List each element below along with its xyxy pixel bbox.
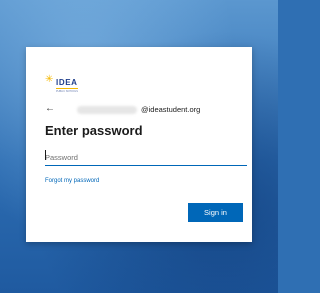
email-domain: @ideastudent.org — [141, 105, 201, 114]
idea-logo: ✳ IDEA PUBLIC SCHOOLS — [45, 74, 85, 98]
sunburst-icon: ✳ — [45, 74, 54, 85]
password-field-wrapper — [45, 147, 247, 166]
text-caret — [45, 150, 46, 160]
logo-subtext: PUBLIC SCHOOLS — [56, 90, 78, 93]
password-input[interactable] — [45, 150, 247, 166]
page-title: Enter password — [45, 123, 143, 138]
identity-banner: ← @ideastudent.org — [45, 103, 235, 116]
logo-text: IDEA — [56, 78, 78, 89]
forgot-password-link[interactable]: Forgot my password — [45, 177, 99, 185]
sign-in-button[interactable]: Sign in — [188, 203, 243, 222]
login-card: ✳ IDEA PUBLIC SCHOOLS ← @ideastudent.org… — [26, 47, 252, 242]
back-arrow-icon[interactable]: ← — [45, 103, 55, 115]
redacted-username — [77, 106, 137, 114]
